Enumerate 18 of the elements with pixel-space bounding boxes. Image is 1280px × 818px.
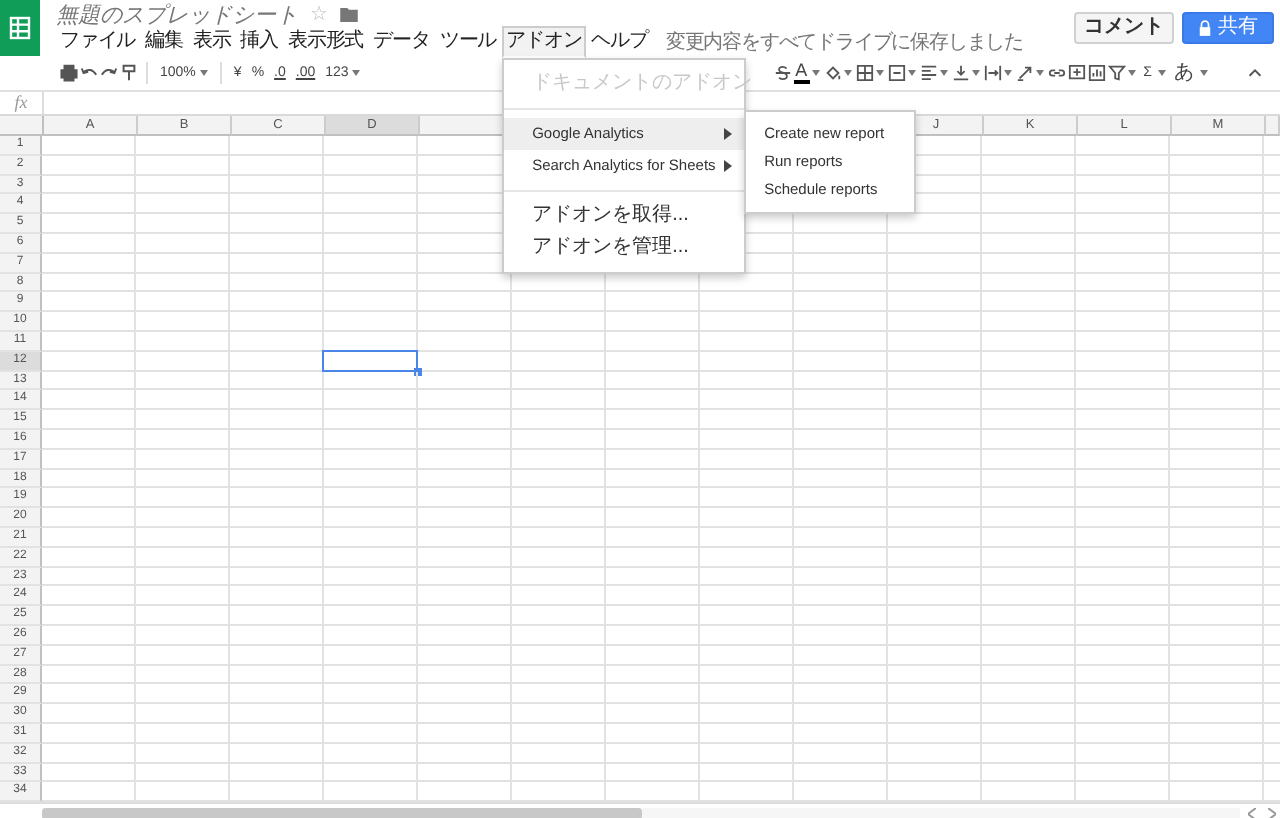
- menu-item[interactable]: 挿入: [236, 26, 283, 58]
- menu-item[interactable]: 編集: [141, 26, 187, 58]
- text-color-button[interactable]: A: [793, 62, 810, 84]
- comment-button[interactable]: コメント: [1074, 12, 1174, 44]
- menu-item[interactable]: ツール: [435, 26, 501, 58]
- share-button[interactable]: 共有: [1182, 12, 1274, 44]
- formula-label: fx: [0, 92, 44, 114]
- menu-item[interactable]: 表示: [188, 26, 235, 58]
- save-status: 変更内容をすべてドライブに保存しました: [665, 29, 1023, 56]
- dropdown-item[interactable]: アドオンを管理...: [504, 232, 745, 264]
- menu-item[interactable]: データ: [369, 26, 434, 58]
- menu-item[interactable]: ファイル: [56, 26, 140, 58]
- document-title[interactable]: 無題のスプレッドシート: [56, 0, 298, 29]
- menu-item[interactable]: ヘルプ: [587, 26, 652, 58]
- dropdown-item[interactable]: アドオンを取得...: [504, 200, 745, 232]
- input-tools-button[interactable]: あ: [1170, 63, 1198, 83]
- menu-item[interactable]: アドオン: [502, 26, 586, 58]
- menu-item[interactable]: 表示形式: [284, 26, 368, 58]
